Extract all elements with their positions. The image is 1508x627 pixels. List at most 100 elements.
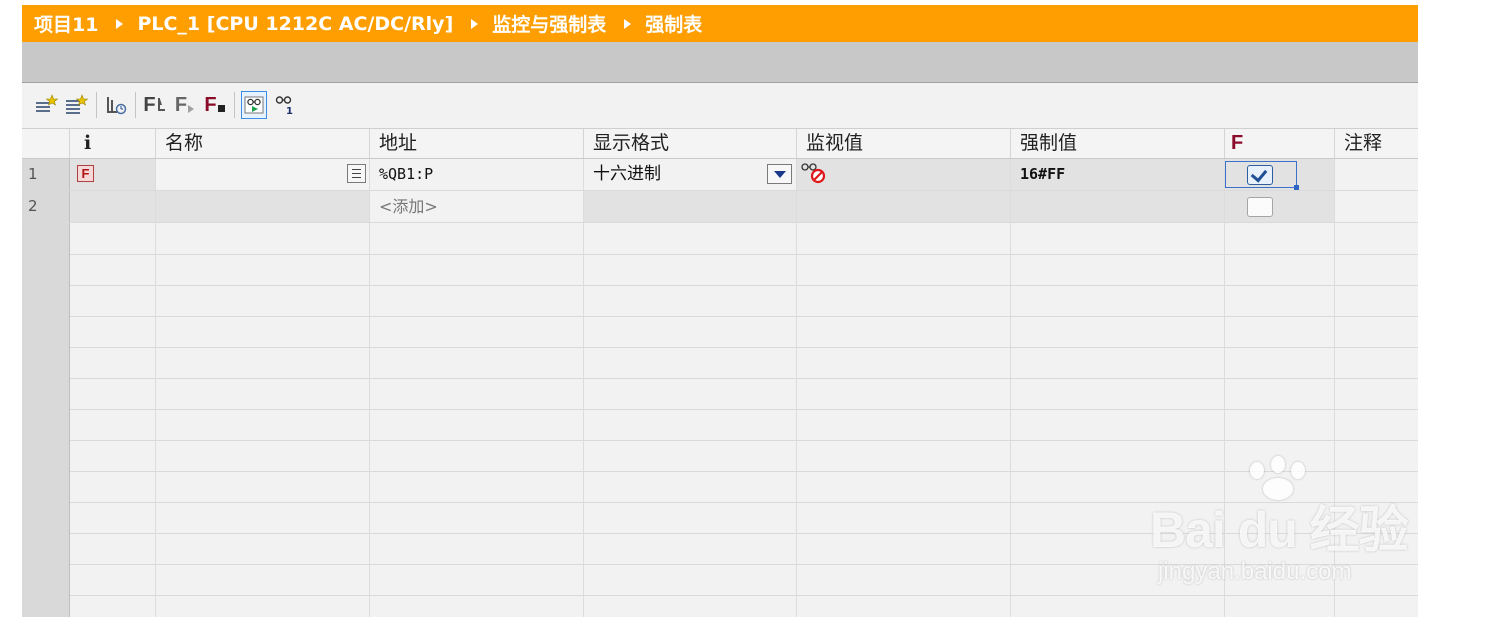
monitor-all-button[interactable]	[241, 91, 267, 119]
empty-cell[interactable]	[797, 378, 1011, 409]
display-format-select[interactable]: 十六进制	[584, 159, 797, 190]
table-row[interactable]: 2 <添加>	[22, 191, 1418, 223]
header-info[interactable]: i	[70, 129, 156, 158]
empty-cell[interactable]	[797, 564, 1011, 595]
empty-cell[interactable]	[584, 502, 797, 533]
force-checkbox-cell[interactable]	[1225, 159, 1335, 190]
empty-cell[interactable]	[1335, 595, 1418, 617]
show-extended-button[interactable]	[103, 91, 129, 119]
empty-cell[interactable]	[156, 254, 370, 285]
comment-cell[interactable]	[1335, 159, 1418, 190]
empty-cell[interactable]	[1225, 316, 1335, 347]
empty-cell[interactable]	[1011, 254, 1225, 285]
empty-cell[interactable]	[797, 440, 1011, 471]
empty-row[interactable]	[22, 378, 1418, 410]
empty-cell[interactable]	[70, 285, 156, 316]
header-monitor-value[interactable]: 监视值	[797, 129, 1011, 158]
empty-row[interactable]	[22, 285, 1418, 317]
empty-cell[interactable]	[1335, 316, 1418, 347]
tag-list-icon[interactable]	[347, 164, 366, 183]
empty-cell[interactable]	[797, 347, 1011, 378]
header-comment[interactable]: 注释	[1335, 129, 1418, 158]
header-name[interactable]: 名称	[156, 129, 370, 158]
empty-cell[interactable]	[1225, 595, 1335, 617]
force-checkbox[interactable]	[1247, 165, 1273, 185]
empty-row[interactable]	[22, 254, 1418, 286]
chevron-down-icon[interactable]	[767, 164, 792, 184]
empty-cell[interactable]	[584, 595, 797, 617]
force-value-cell[interactable]	[1011, 191, 1225, 222]
empty-row[interactable]	[22, 347, 1418, 379]
empty-cell[interactable]	[370, 502, 584, 533]
empty-cell[interactable]	[156, 285, 370, 316]
empty-cell[interactable]	[370, 347, 584, 378]
empty-cell[interactable]	[1335, 409, 1418, 440]
empty-cell[interactable]	[70, 409, 156, 440]
empty-cell[interactable]	[1335, 285, 1418, 316]
empty-cell[interactable]	[584, 471, 797, 502]
empty-cell[interactable]	[370, 440, 584, 471]
empty-cell[interactable]	[1225, 285, 1335, 316]
comment-cell[interactable]	[1335, 191, 1418, 222]
force-load-button[interactable]: F	[142, 91, 168, 119]
empty-cell[interactable]	[370, 285, 584, 316]
force-value-cell[interactable]: 16#FF	[1011, 159, 1225, 190]
empty-cell[interactable]	[584, 409, 797, 440]
empty-cell[interactable]	[797, 595, 1011, 617]
empty-cell[interactable]	[370, 316, 584, 347]
add-row-cell[interactable]: <添加>	[370, 191, 584, 222]
empty-cell[interactable]	[70, 502, 156, 533]
empty-cell[interactable]	[1225, 409, 1335, 440]
empty-cell[interactable]	[156, 502, 370, 533]
empty-cell[interactable]	[584, 347, 797, 378]
force-start-button[interactable]: F	[172, 91, 198, 119]
empty-cell[interactable]	[797, 533, 1011, 564]
empty-row[interactable]	[22, 316, 1418, 348]
empty-cell[interactable]	[1225, 223, 1335, 254]
empty-cell[interactable]	[584, 316, 797, 347]
empty-cell[interactable]	[370, 409, 584, 440]
address-cell[interactable]: %QB1:P	[370, 159, 584, 190]
add-row-button[interactable]	[64, 91, 90, 119]
empty-cell[interactable]	[1011, 316, 1225, 347]
empty-cell[interactable]	[156, 471, 370, 502]
empty-row[interactable]	[22, 595, 1418, 617]
empty-cell[interactable]	[370, 533, 584, 564]
force-stop-button[interactable]: F	[202, 91, 228, 119]
empty-cell[interactable]	[797, 223, 1011, 254]
table-row[interactable]: 1 F %QB1:P 十六进制 16#FF	[22, 159, 1418, 191]
empty-cell[interactable]	[1011, 440, 1225, 471]
empty-cell[interactable]	[370, 471, 584, 502]
empty-cell[interactable]	[1011, 378, 1225, 409]
empty-cell[interactable]	[70, 223, 156, 254]
empty-cell[interactable]	[70, 471, 156, 502]
header-force[interactable]: F	[1225, 129, 1335, 158]
empty-row[interactable]	[22, 409, 1418, 441]
empty-cell[interactable]	[1335, 254, 1418, 285]
empty-row[interactable]	[22, 440, 1418, 472]
empty-cell[interactable]	[584, 254, 797, 285]
empty-cell[interactable]	[156, 316, 370, 347]
empty-cell[interactable]	[370, 378, 584, 409]
empty-cell[interactable]	[156, 378, 370, 409]
empty-cell[interactable]	[584, 533, 797, 564]
breadcrumb-project[interactable]: 项目11	[22, 10, 98, 37]
empty-cell[interactable]	[70, 254, 156, 285]
header-display-format[interactable]: 显示格式	[584, 129, 797, 158]
empty-cell[interactable]	[1011, 595, 1225, 617]
empty-cell[interactable]	[797, 471, 1011, 502]
empty-cell[interactable]	[156, 595, 370, 617]
empty-cell[interactable]	[1225, 378, 1335, 409]
display-format-cell[interactable]	[584, 191, 797, 222]
empty-cell[interactable]	[1011, 223, 1225, 254]
empty-cell[interactable]	[70, 347, 156, 378]
empty-cell[interactable]	[797, 254, 1011, 285]
empty-cell[interactable]	[156, 440, 370, 471]
force-checkbox[interactable]	[1247, 197, 1273, 217]
empty-cell[interactable]	[584, 378, 797, 409]
empty-cell[interactable]	[1011, 409, 1225, 440]
breadcrumb-plc[interactable]: PLC_1 [CPU 1212C AC/DC/Rly]	[137, 13, 453, 35]
empty-cell[interactable]	[156, 223, 370, 254]
empty-cell[interactable]	[1335, 440, 1418, 471]
empty-row[interactable]	[22, 223, 1418, 255]
